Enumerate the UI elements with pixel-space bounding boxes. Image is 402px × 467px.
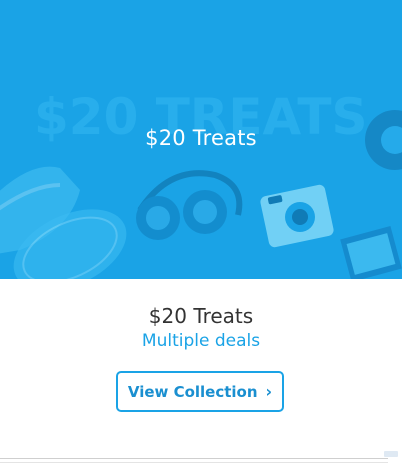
headphones-icon	[136, 170, 243, 240]
view-collection-label: View Collection	[127, 382, 258, 401]
view-collection-button[interactable]: View Collection ›	[116, 371, 284, 412]
scrollbar-thumb[interactable]	[384, 451, 398, 457]
photos-icon	[340, 226, 402, 279]
camera-icon	[260, 184, 334, 248]
card-title: $20 Treats	[148, 304, 254, 328]
collection-card: $20 Treats Multiple deals View Collectio…	[0, 279, 402, 449]
divider	[0, 458, 388, 459]
divider	[0, 462, 388, 463]
hero-banner[interactable]: $20 TREATS $20 Treats	[0, 0, 402, 279]
chevron-right-icon: ›	[265, 381, 273, 401]
card-subtitle[interactable]: Multiple deals	[0, 331, 402, 351]
hero-title: $20 Treats	[145, 126, 257, 150]
